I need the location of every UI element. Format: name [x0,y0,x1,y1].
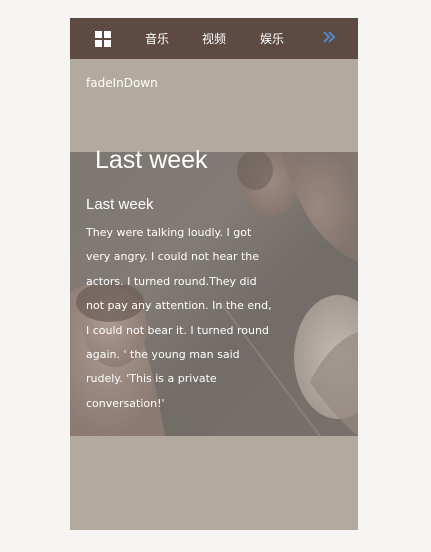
nav-item-video[interactable]: 视频 [202,31,226,47]
phone-frame: 音乐 视频 娱乐 fadeInDown Last week Last week … [70,18,358,530]
double-chevron-right-icon[interactable] [322,30,336,44]
nav-item-music[interactable]: 音乐 [145,31,169,47]
article-body: They were talking loudly. I got very ang… [86,226,272,410]
nav-item-entertainment[interactable]: 娱乐 [260,31,284,47]
top-navbar: 音乐 视频 娱乐 [70,18,358,59]
grid-icon[interactable] [95,31,111,47]
hero-title: Last week [95,146,208,174]
animation-name-label: fadeInDown [86,76,158,90]
article-title: Last week [86,196,154,213]
